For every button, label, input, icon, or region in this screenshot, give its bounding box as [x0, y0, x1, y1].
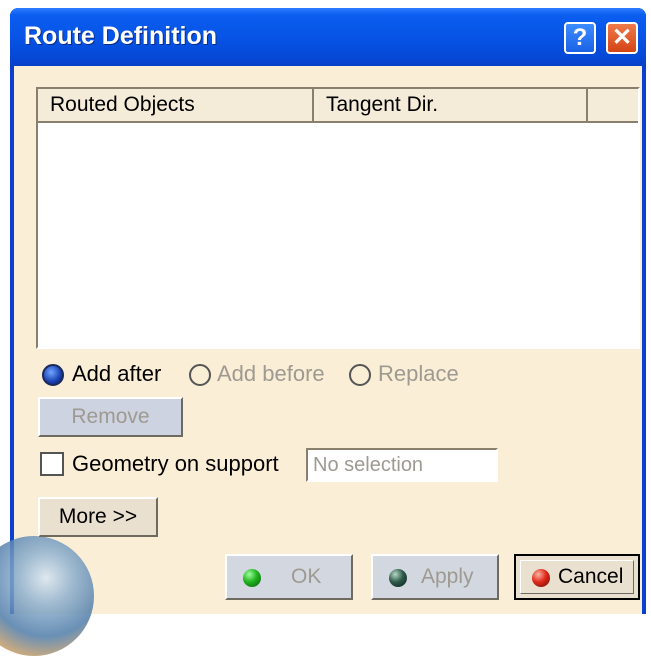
routed-objects-list[interactable]: Routed Objects Tangent Dir. — [36, 87, 640, 349]
apply-status-icon — [389, 569, 407, 587]
cancel-label: Cancel — [558, 565, 624, 588]
remove-button[interactable]: Remove — [38, 397, 183, 437]
radio-label-add-after: Add after — [72, 361, 162, 386]
help-button[interactable]: ? — [564, 22, 596, 54]
dialog-title: Route Definition — [24, 22, 218, 50]
cancel-status-icon — [532, 569, 550, 587]
radio-label-replace: Replace — [378, 361, 459, 386]
title-bar[interactable]: Route Definition ? ✕ — [10, 8, 646, 66]
ok-label: OK — [291, 565, 322, 588]
dialog-window: Route Definition ? ✕ Routed Objects Tang… — [0, 8, 646, 656]
column-header-tangent-dir[interactable]: Tangent Dir. — [314, 89, 588, 123]
radio-label-add-before: Add before — [217, 361, 325, 386]
more-button[interactable]: More >> — [38, 497, 158, 537]
radio-selected-icon[interactable] — [42, 364, 64, 386]
ok-status-icon — [243, 569, 261, 587]
help-icon: ? — [572, 24, 588, 51]
close-button[interactable]: ✕ — [606, 22, 638, 54]
ok-button[interactable]: OK — [225, 554, 353, 600]
geometry-on-support-label: Geometry on support — [72, 451, 279, 476]
geometry-on-support-checkbox[interactable] — [40, 452, 64, 476]
radio-unselected-icon[interactable] — [349, 364, 371, 386]
support-selection-field[interactable]: No selection — [306, 448, 498, 482]
cancel-button[interactable]: Cancel — [514, 554, 640, 600]
catia-globe-decoration — [0, 536, 94, 656]
apply-button[interactable]: Apply — [371, 554, 499, 600]
column-header-routed-objects[interactable]: Routed Objects — [38, 89, 314, 123]
close-icon: ✕ — [611, 24, 633, 51]
dialog-body: Routed Objects Tangent Dir. Add after Ad… — [0, 66, 642, 656]
apply-label: Apply — [421, 565, 474, 588]
radio-unselected-icon[interactable] — [189, 364, 211, 386]
column-header-empty — [588, 89, 638, 123]
